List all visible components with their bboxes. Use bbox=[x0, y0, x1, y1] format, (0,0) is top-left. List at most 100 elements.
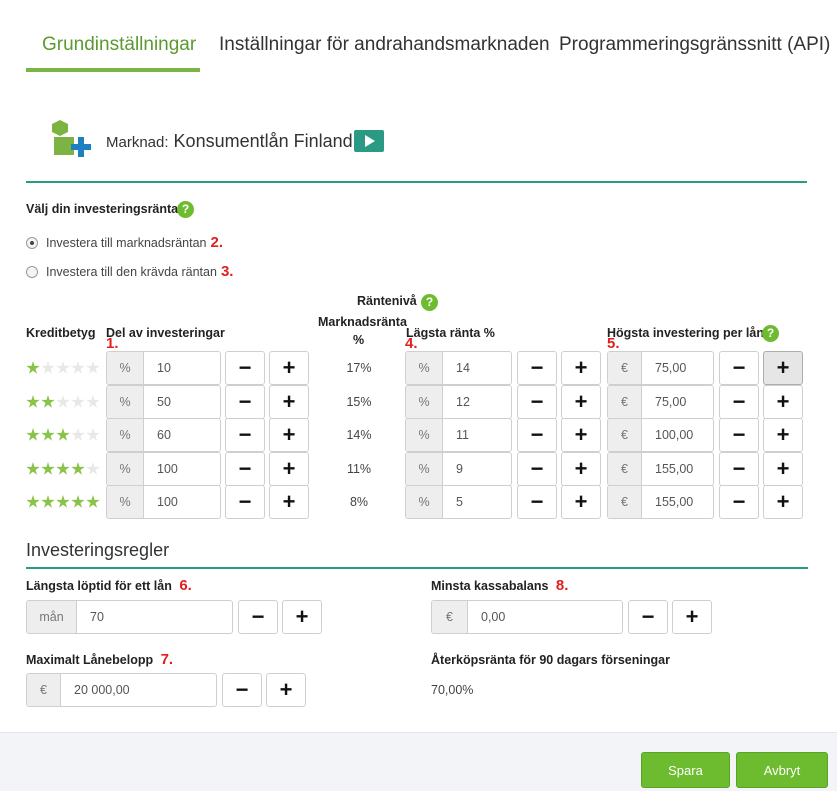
percent-addon: % bbox=[107, 386, 144, 418]
share-minus-button[interactable]: − bbox=[225, 351, 265, 385]
max-invest-input[interactable]: €75,00 bbox=[607, 351, 714, 385]
market-rate-header-unit: % bbox=[353, 333, 365, 347]
radio-required-rate[interactable]: Investera till den krävda räntan 3. bbox=[26, 263, 233, 280]
marker-8: 8. bbox=[555, 577, 569, 594]
marker-5: 5. bbox=[607, 335, 620, 352]
share-input[interactable]: % 10 bbox=[106, 351, 221, 385]
market-play-button[interactable] bbox=[354, 130, 384, 152]
min-rate-input[interactable]: % 5 bbox=[405, 485, 512, 519]
min-rate-value[interactable]: 9 bbox=[443, 453, 511, 485]
max-invest-minus-button[interactable]: − bbox=[719, 385, 759, 419]
max-loan-plus-button[interactable]: + bbox=[266, 673, 306, 707]
share-minus-button[interactable]: − bbox=[225, 418, 265, 452]
min-balance-input[interactable]: € 0,00 bbox=[431, 600, 623, 634]
share-input[interactable]: % 50 bbox=[106, 385, 221, 419]
max-invest-value[interactable]: 75,00 bbox=[642, 386, 713, 418]
share-minus-button[interactable]: − bbox=[225, 452, 265, 486]
percent-addon: % bbox=[406, 419, 443, 451]
min-rate-minus-button[interactable]: − bbox=[517, 351, 557, 385]
max-invest-input[interactable]: €155,00 bbox=[607, 452, 714, 486]
share-input[interactable]: % 100 bbox=[106, 452, 221, 486]
min-balance-plus-button[interactable]: + bbox=[672, 600, 712, 634]
share-plus-button[interactable]: + bbox=[269, 485, 309, 519]
star-icon bbox=[41, 495, 55, 508]
min-rate-value[interactable]: 12 bbox=[443, 386, 511, 418]
min-rate-plus-button[interactable]: + bbox=[561, 351, 601, 385]
max-invest-plus-button[interactable]: + bbox=[763, 485, 803, 519]
investment-rate-help-icon[interactable]: ? bbox=[177, 201, 194, 218]
max-invest-value[interactable]: 155,00 bbox=[642, 453, 713, 485]
max-invest-plus-button[interactable]: + bbox=[763, 452, 803, 486]
star-icon bbox=[71, 462, 85, 475]
min-rate-plus-button[interactable]: + bbox=[561, 385, 601, 419]
max-loan-input[interactable]: € 20 000,00 bbox=[26, 673, 217, 707]
min-rate-plus-button[interactable]: + bbox=[561, 418, 601, 452]
share-plus-button[interactable]: + bbox=[269, 452, 309, 486]
share-plus-button[interactable]: + bbox=[269, 351, 309, 385]
share-value[interactable]: 10 bbox=[144, 352, 220, 384]
min-rate-minus-button[interactable]: − bbox=[517, 385, 557, 419]
credit-rating-stars bbox=[26, 361, 100, 375]
share-input[interactable]: % 60 bbox=[106, 418, 221, 452]
min-rate-plus-button[interactable]: + bbox=[561, 485, 601, 519]
share-minus-button[interactable]: − bbox=[225, 485, 265, 519]
min-rate-input[interactable]: % 12 bbox=[405, 385, 512, 419]
tab-api[interactable]: Programmeringsgränssnitt (API) bbox=[559, 34, 830, 56]
min-rate-input[interactable]: % 9 bbox=[405, 452, 512, 486]
market-person-plus-icon bbox=[52, 120, 91, 157]
min-rate-minus-button[interactable]: − bbox=[517, 485, 557, 519]
max-invest-help-icon[interactable]: ? bbox=[762, 325, 779, 342]
max-invest-value[interactable]: 75,00 bbox=[642, 352, 713, 384]
max-invest-minus-button[interactable]: − bbox=[719, 452, 759, 486]
max-invest-input[interactable]: €75,00 bbox=[607, 385, 714, 419]
share-value[interactable]: 100 bbox=[144, 486, 220, 518]
save-button[interactable]: Spara bbox=[641, 752, 730, 788]
max-invest-plus-button[interactable]: + bbox=[763, 385, 803, 419]
share-value[interactable]: 60 bbox=[144, 419, 220, 451]
max-duration-input[interactable]: mån 70 bbox=[26, 600, 233, 634]
star-icon bbox=[86, 428, 100, 441]
max-invest-minus-button[interactable]: − bbox=[719, 418, 759, 452]
share-input[interactable]: % 100 bbox=[106, 485, 221, 519]
radio-required-rate-control[interactable] bbox=[26, 265, 38, 278]
min-balance-minus-button[interactable]: − bbox=[628, 600, 668, 634]
cancel-button[interactable]: Avbryt bbox=[736, 752, 828, 788]
max-loan-value[interactable]: 20 000,00 bbox=[61, 674, 216, 706]
min-balance-value[interactable]: 0,00 bbox=[468, 601, 622, 633]
min-rate-input[interactable]: % 11 bbox=[405, 418, 512, 452]
rate-level-help-icon[interactable]: ? bbox=[421, 294, 438, 311]
max-invest-input[interactable]: €155,00 bbox=[607, 485, 714, 519]
max-invest-minus-button[interactable]: − bbox=[719, 351, 759, 385]
tab-basic-settings[interactable]: Grundinställningar bbox=[42, 34, 196, 56]
max-invest-plus-button[interactable]: + bbox=[763, 418, 803, 452]
share-value[interactable]: 100 bbox=[144, 453, 220, 485]
max-invest-minus-button[interactable]: − bbox=[719, 485, 759, 519]
max-invest-value[interactable]: 100,00 bbox=[642, 419, 713, 451]
percent-addon: % bbox=[406, 486, 443, 518]
max-duration-minus-button[interactable]: − bbox=[238, 600, 278, 634]
min-rate-minus-button[interactable]: − bbox=[517, 452, 557, 486]
max-loan-minus-button[interactable]: − bbox=[222, 673, 262, 707]
share-minus-button[interactable]: − bbox=[225, 385, 265, 419]
min-rate-plus-button[interactable]: + bbox=[561, 452, 601, 486]
max-invest-value[interactable]: 155,00 bbox=[642, 486, 713, 518]
min-rate-minus-button[interactable]: − bbox=[517, 418, 557, 452]
max-duration-value[interactable]: 70 bbox=[77, 601, 232, 633]
radio-market-rate-control[interactable] bbox=[26, 236, 38, 249]
min-rate-value[interactable]: 5 bbox=[443, 486, 511, 518]
share-plus-button[interactable]: + bbox=[269, 385, 309, 419]
share-value[interactable]: 50 bbox=[144, 386, 220, 418]
min-rate-input[interactable]: % 14 bbox=[405, 351, 512, 385]
tab-secondary-market[interactable]: Inställningar för andrahandsmarknaden bbox=[219, 34, 550, 56]
max-invest-plus-button[interactable]: + bbox=[763, 351, 803, 385]
max-duration-plus-button[interactable]: + bbox=[282, 600, 322, 634]
marker-2: 2. bbox=[210, 234, 224, 251]
max-invest-input[interactable]: €100,00 bbox=[607, 418, 714, 452]
share-plus-button[interactable]: + bbox=[269, 418, 309, 452]
euro-addon: € bbox=[27, 674, 61, 706]
min-rate-value[interactable]: 14 bbox=[443, 352, 511, 384]
radio-market-rate[interactable]: Investera till marknadsräntan 2. bbox=[26, 234, 223, 251]
min-rate-value[interactable]: 11 bbox=[443, 419, 511, 451]
max-loan-label: Maximalt Lånebelopp 7. bbox=[26, 651, 173, 668]
market-title: Marknad: Konsumentlån Finland bbox=[106, 131, 353, 152]
